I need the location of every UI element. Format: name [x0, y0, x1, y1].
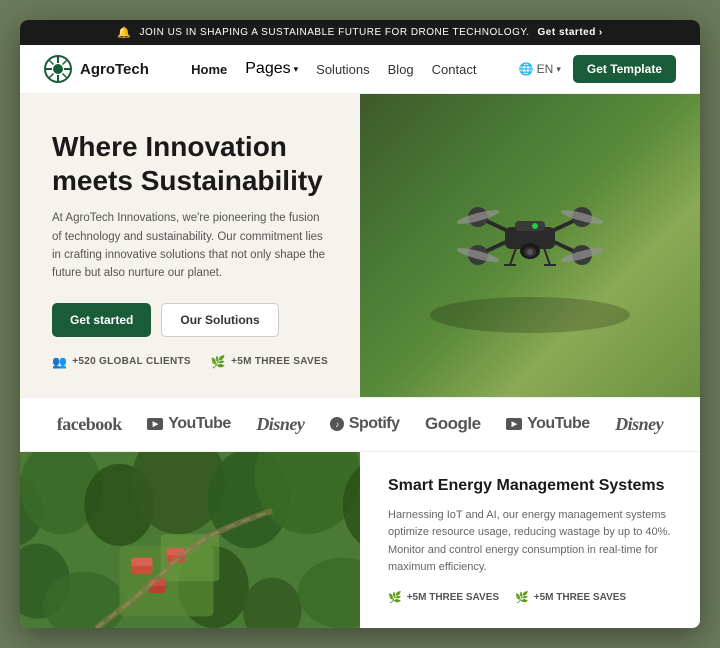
hero-stat-saves: 🌿 +5M THREE SAVES — [211, 355, 328, 369]
get-template-button[interactable]: Get Template — [573, 55, 676, 83]
hero-buttons: Get started Our Solutions — [52, 303, 328, 337]
get-started-button[interactable]: Get started — [52, 303, 151, 337]
brand-disney-2: Disney — [615, 414, 663, 435]
logo-icon — [44, 55, 72, 83]
clients-icon: 👥 — [52, 355, 67, 369]
hero-title: Where Innovation meets Sustainability — [52, 130, 328, 197]
lang-label: EN — [537, 62, 554, 76]
nav-right: 🌐 EN ▾ Get Template — [519, 55, 676, 83]
bottom-stat-1: 🌿 +5M THREE SAVES — [388, 591, 499, 604]
hero-image — [360, 94, 700, 397]
nav-links: Home Pages ▾ Solutions Blog Contact — [169, 60, 499, 78]
nav-blog[interactable]: Blog — [388, 62, 414, 77]
saves-icon: 🌿 — [211, 355, 226, 369]
lang-chevron-icon: ▾ — [556, 64, 561, 75]
bottom-stat-icon-1: 🌿 — [388, 591, 402, 604]
bottom-stat-2: 🌿 +5M THREE SAVES — [515, 591, 626, 604]
spotify-icon: ♪ — [330, 417, 344, 431]
nav-pages[interactable]: Pages ▾ — [245, 60, 298, 78]
nav-contact[interactable]: Contact — [432, 62, 477, 77]
lang-selector[interactable]: 🌐 EN ▾ — [519, 62, 561, 76]
bottom-title: Smart Energy Management Systems — [388, 476, 672, 497]
brand-facebook: facebook — [57, 414, 122, 435]
chevron-down-icon: ▾ — [294, 64, 299, 75]
globe-icon: 🌐 — [519, 62, 534, 76]
our-solutions-button[interactable]: Our Solutions — [161, 303, 278, 337]
nav-solutions[interactable]: Solutions — [316, 62, 369, 77]
logo[interactable]: AgroTech — [44, 55, 149, 83]
hero-section: Where Innovation meets Sustainability At… — [20, 94, 700, 397]
hero-stats: 👥 +520 GLOBAL CLIENTS 🌿 +5M THREE SAVES — [52, 355, 328, 369]
announcement-bar: 🔔 JOIN US IN SHAPING A SUSTAINABLE FUTUR… — [20, 20, 700, 45]
arrow-right-icon: › — [599, 27, 603, 38]
hero-image-bg — [360, 94, 700, 397]
hero-stat-clients: 👥 +520 GLOBAL CLIENTS — [52, 355, 191, 369]
hero-description: At AgroTech Innovations, we're pioneerin… — [52, 209, 328, 283]
drone-illustration — [420, 155, 640, 335]
bottom-stats: 🌿 +5M THREE SAVES 🌿 +5M THREE SAVES — [388, 591, 672, 604]
youtube-play-icon-1: ▶ — [147, 418, 163, 430]
navbar: AgroTech Home Pages ▾ Solutions Blog Con… — [20, 45, 700, 94]
brand-google: Google — [425, 414, 481, 434]
youtube-play-icon-2: ▶ — [506, 418, 522, 430]
bottom-description: Harnessing IoT and AI, our energy manage… — [388, 507, 672, 577]
nav-home[interactable]: Home — [191, 62, 227, 77]
brand-youtube-1: ▶ YouTube — [147, 415, 231, 433]
announcement-text: JOIN US IN SHAPING A SUSTAINABLE FUTURE … — [140, 27, 530, 38]
brand-disney-1: Disney — [256, 414, 304, 435]
bell-icon: 🔔 — [117, 26, 131, 39]
bottom-stat-icon-2: 🌿 — [515, 591, 529, 604]
brands-bar: facebook ▶ YouTube Disney ♪ Spotify Goog… — [20, 397, 700, 452]
announcement-cta[interactable]: Get started › — [538, 27, 603, 38]
hero-content: Where Innovation meets Sustainability At… — [20, 94, 360, 397]
brand-youtube-2: ▶ YouTube — [506, 415, 590, 433]
brand-spotify: ♪ Spotify — [330, 415, 400, 433]
browser-frame: 🔔 JOIN US IN SHAPING A SUSTAINABLE FUTUR… — [20, 20, 700, 628]
logo-text: AgroTech — [80, 61, 149, 78]
